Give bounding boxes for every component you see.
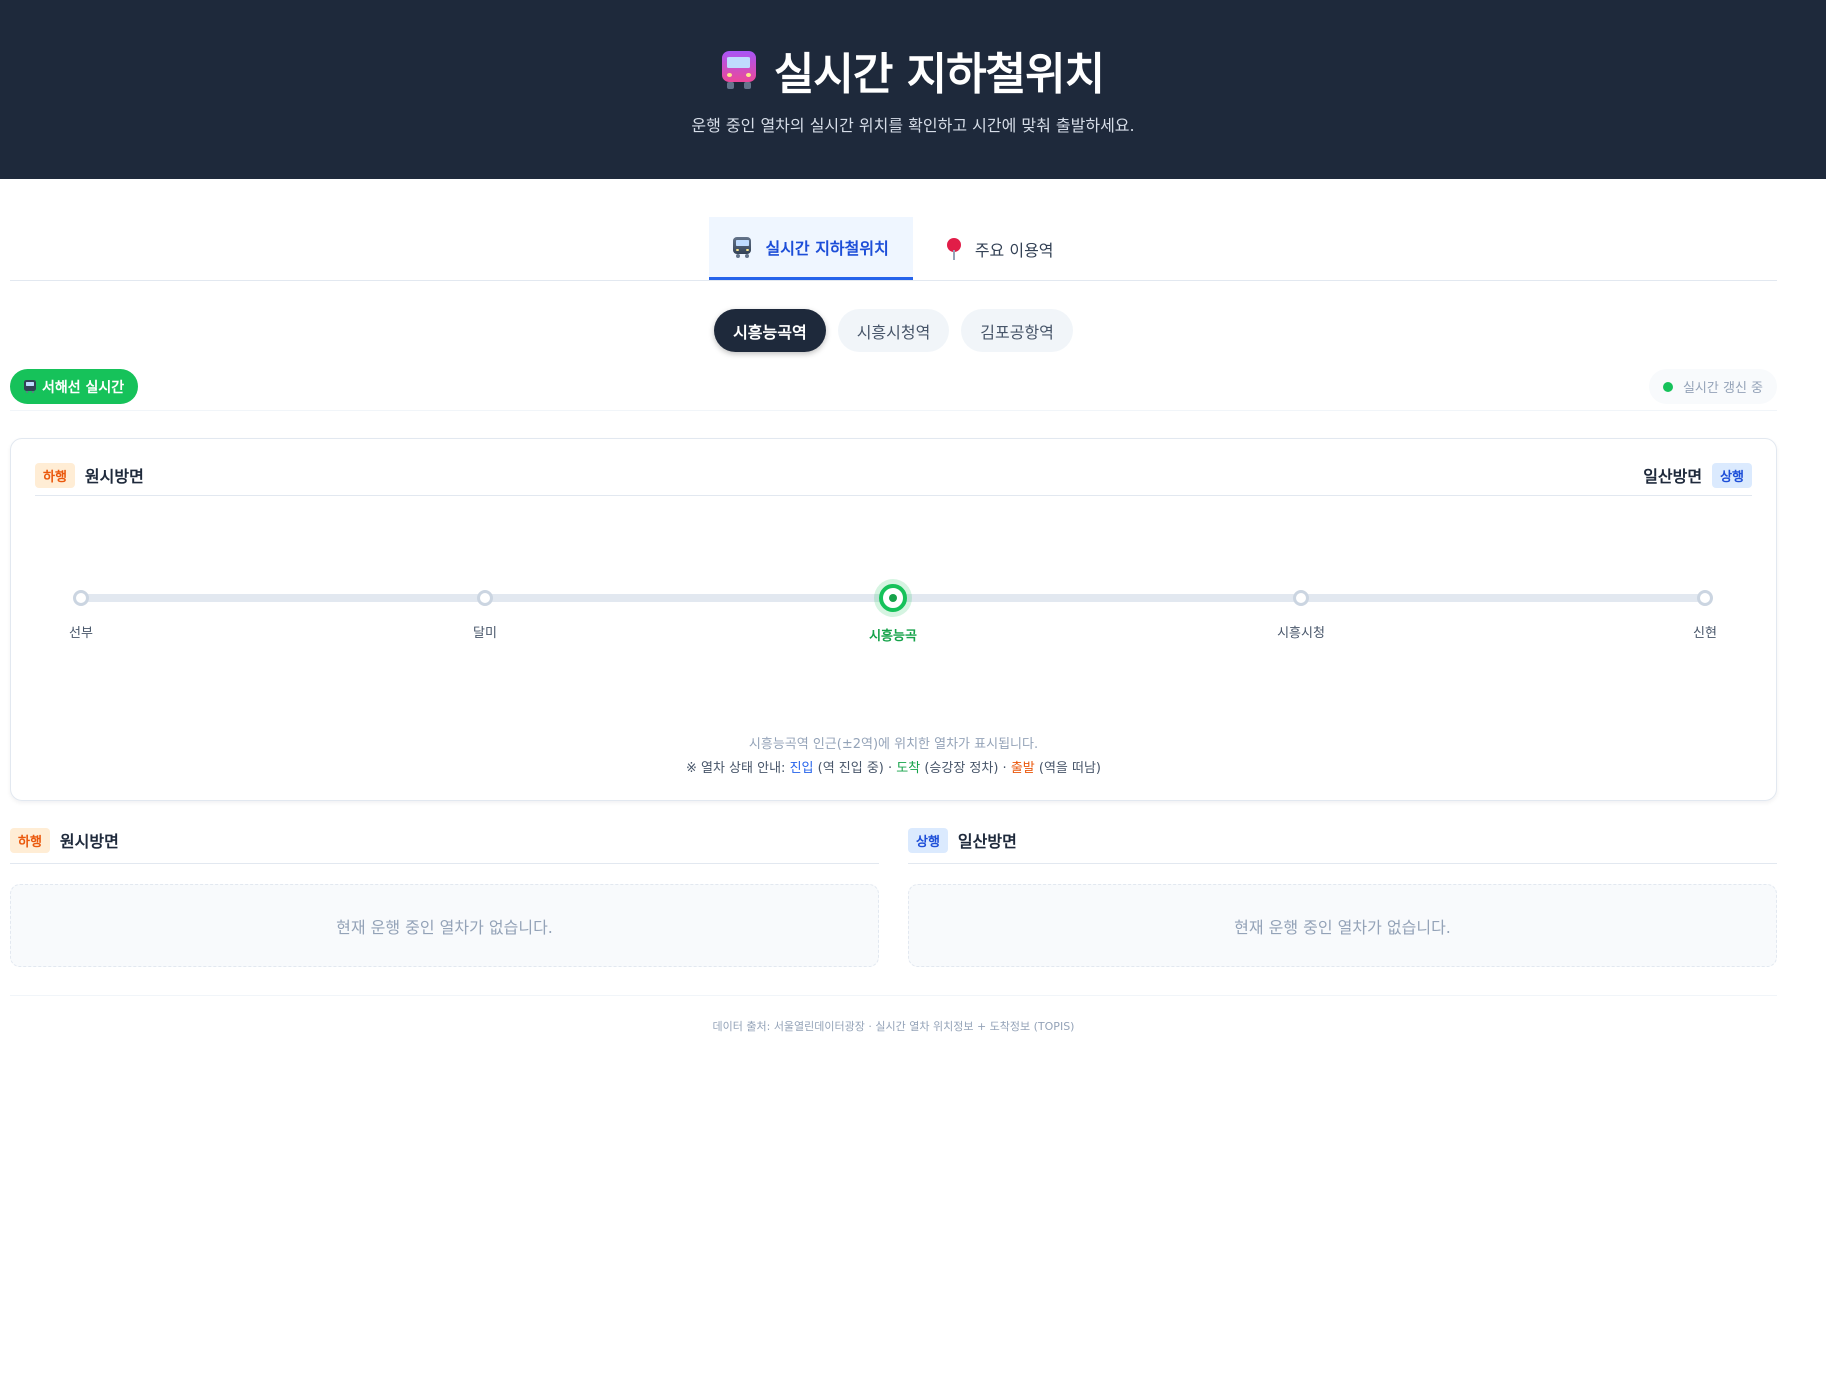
line-badge: 서해선 실시간	[10, 369, 139, 404]
tab-realtime-position[interactable]: 실시간 지하철위치	[709, 217, 913, 280]
train-icon	[733, 236, 752, 258]
status-bar: 서해선 실시간 실시간 갱신 중	[10, 369, 1777, 411]
legend-prefix: ※ 열차 상태 안내:	[685, 761, 786, 776]
train-icon	[721, 50, 756, 89]
legend-depart: 출발	[1010, 761, 1035, 776]
station-node-seonbu[interactable]	[73, 590, 89, 606]
legend-enter-desc: (역 진입 중) ·	[817, 761, 893, 776]
train-list-header: 하행 원시방면	[10, 828, 879, 864]
map-note: 시흥능곡역 인근(±2역)에 위치한 열차가 표시됩니다.	[748, 737, 1039, 752]
station-node-dalmi[interactable]	[477, 590, 493, 606]
train-list-up: 상행 일산방면 현재 운행 중인 열차가 없습니다.	[908, 828, 1777, 967]
direction-tag-up: 상행	[908, 828, 948, 853]
station-label: 선부	[69, 626, 93, 641]
live-status: 실시간 갱신 중	[1648, 369, 1777, 404]
direction-name: 일산방면	[1643, 467, 1703, 486]
station-label: 달미	[473, 626, 497, 641]
line-map-header: 하행 원시방면 일산방면 상행	[35, 461, 1752, 496]
direction-tag-down: 하행	[35, 462, 75, 488]
station-selector: 시흥능곡역 시흥시청역 김포공항역	[10, 309, 1777, 352]
empty-state: 현재 운행 중인 열차가 없습니다.	[908, 884, 1777, 967]
live-status-text: 실시간 갱신 중	[1682, 381, 1763, 396]
page-title: 실시간 지하철위치	[773, 48, 1105, 100]
train-list-down: 하행 원시방면 현재 운행 중인 열차가 없습니다.	[10, 828, 879, 967]
direction-tag-up: 상행	[1712, 462, 1752, 488]
direction-name: 일산방면	[957, 832, 1017, 851]
direction-name: 원시방면	[59, 832, 119, 851]
station-node-sinhyeon[interactable]	[1697, 590, 1713, 606]
station-node-siheung-neunggok[interactable]	[879, 584, 907, 612]
legend-enter: 진입	[789, 761, 814, 776]
page-header: 실시간 지하철위치 운행 중인 열차의 실시간 위치를 확인하고 시간에 맞춰 …	[0, 0, 1826, 179]
train-list-header: 상행 일산방면	[908, 828, 1777, 864]
tab-label: 주요 이용역	[974, 240, 1054, 260]
direction-left: 하행 원시방면	[35, 462, 144, 488]
page-title-row: 실시간 지하철위치	[721, 38, 1105, 102]
tab-main-stations[interactable]: 주요 이용역	[923, 217, 1078, 280]
legend-depart-desc: (역을 떠남)	[1038, 761, 1102, 776]
main-content: 실시간 지하철위치 주요 이용역 시흥능곡역 시흥시청역 김포공항역 서해선 실…	[10, 179, 1777, 1034]
legend-arrive-desc: (승강장 정차) ·	[924, 761, 1007, 776]
station-label: 신현	[1693, 626, 1717, 641]
tab-bar: 실시간 지하철위치 주요 이용역	[10, 179, 1777, 281]
data-source-footer: 데이터 출처: 서울열린데이터광장 · 실시간 열차 위치정보 + 도착정보 (…	[10, 995, 1777, 1034]
page-subtitle: 운행 중인 열차의 실시간 위치를 확인하고 시간에 맞춰 출발하세요.	[691, 115, 1135, 135]
live-dot-icon	[1662, 381, 1673, 392]
direction-right: 일산방면 상행	[1643, 462, 1752, 488]
train-list-columns: 하행 원시방면 현재 운행 중인 열차가 없습니다. 상행 일산방면 현재 운행…	[10, 828, 1777, 967]
pin-icon	[946, 237, 961, 260]
empty-state: 현재 운행 중인 열차가 없습니다.	[10, 884, 879, 967]
station-chip-siheung-neunggok[interactable]: 시흥능곡역	[714, 309, 826, 352]
station-node-siheung-city-hall[interactable]	[1293, 590, 1309, 606]
station-chip-siheung-city-hall[interactable]: 시흥시청역	[837, 309, 950, 352]
station-label-current: 시흥능곡	[869, 629, 917, 644]
direction-name: 원시방면	[84, 467, 144, 486]
station-label: 시흥시청	[1277, 626, 1325, 641]
direction-tag-down: 하행	[10, 828, 50, 853]
tab-label: 실시간 지하철위치	[765, 239, 889, 258]
station-chip-gimpo-airport[interactable]: 김포공항역	[961, 309, 1073, 352]
status-legend: ※ 열차 상태 안내: 진입 (역 진입 중) · 도착 (승강장 정차) · …	[11, 757, 1776, 776]
train-icon	[24, 380, 36, 393]
line-badge-label: 서해선 실시간	[42, 379, 125, 396]
legend-arrive: 도착	[896, 761, 921, 776]
line-map-card: 하행 원시방면 일산방면 상행 선부 달미 시흥능곡 시흥시청 신현 시흥능곡역…	[10, 438, 1777, 801]
